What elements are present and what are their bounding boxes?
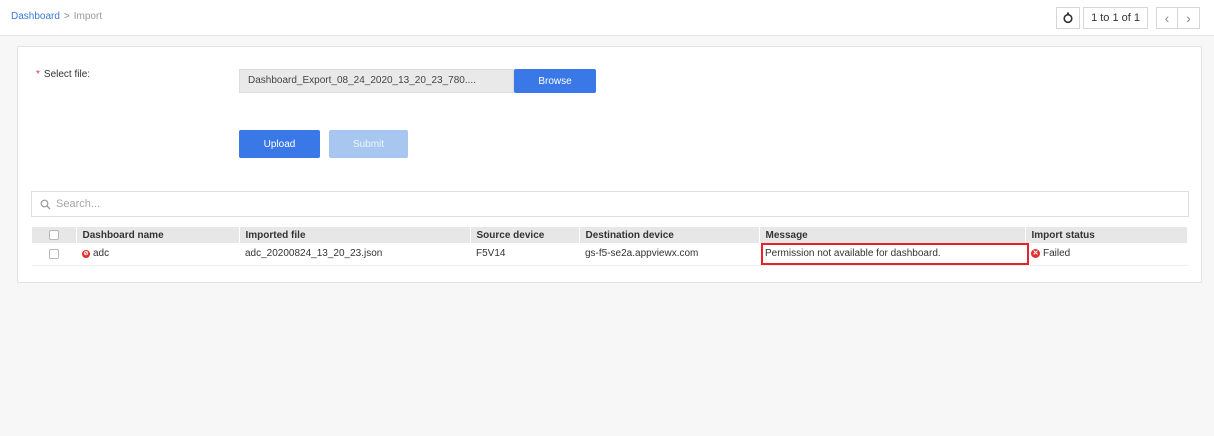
- import-status-text: Failed: [1043, 248, 1071, 260]
- previous-page-button[interactable]: ‹: [1156, 7, 1178, 29]
- message-cell: Permission not available for dashboard.: [759, 243, 1029, 266]
- import-panel: * Select file: Dashboard_Export_08_24_202…: [17, 46, 1202, 283]
- browse-button[interactable]: Browse: [514, 69, 596, 93]
- submit-button: Submit: [329, 130, 408, 158]
- row-select-cell: [32, 243, 76, 266]
- select-file-label-text: Select file:: [43, 69, 91, 80]
- search-icon: [40, 199, 51, 209]
- pager-range-text: 1 to 1 of 1: [1083, 7, 1148, 29]
- column-header-destination-device[interactable]: Destination device: [579, 227, 760, 243]
- message-text: Permission not available for dashboard.: [765, 248, 941, 260]
- column-header-import-status[interactable]: Import status: [1025, 227, 1188, 243]
- search-bar: [31, 191, 1189, 217]
- imported-file-cell: adc_20200824_13_20_23.json: [239, 243, 470, 266]
- breadcrumb-dashboard-link[interactable]: Dashboard: [11, 11, 60, 22]
- import-status-cell: ✕ Failed: [1025, 243, 1188, 266]
- select-all-checkbox[interactable]: [48, 229, 59, 240]
- column-header-message[interactable]: Message: [759, 227, 1026, 243]
- row-checkbox[interactable]: [49, 248, 59, 259]
- failed-status-icon: ✕: [1031, 249, 1040, 259]
- error-icon: ⊘: [82, 249, 90, 258]
- selected-file-field[interactable]: Dashboard_Export_08_24_2020_13_20_23_780…: [239, 69, 514, 93]
- dashboard-name-cell: ⊘ adc: [76, 243, 239, 266]
- select-all-header: [32, 227, 77, 243]
- breadcrumb-current: Import: [73, 11, 103, 22]
- column-header-dashboard-name[interactable]: Dashboard name: [76, 227, 240, 243]
- refresh-button[interactable]: [1056, 7, 1081, 29]
- breadcrumb: Dashboard > Import: [11, 11, 102, 22]
- required-marker: *: [36, 69, 40, 80]
- table-header-row: Dashboard name Imported file Source devi…: [32, 227, 1188, 243]
- select-file-label: * Select file:: [36, 69, 90, 80]
- next-page-button[interactable]: ›: [1178, 7, 1200, 29]
- destination-device-cell: gs-f5-se2a.appviewx.com: [579, 243, 759, 266]
- dashboard-name-text: adc: [93, 248, 110, 260]
- source-device-cell: F5V14: [470, 243, 579, 266]
- import-results-table: Dashboard name Imported file Source devi…: [32, 227, 1188, 266]
- column-header-source-device[interactable]: Source device: [470, 227, 580, 243]
- search-input[interactable]: [56, 198, 656, 210]
- table-row: ⊘ adc adc_20200824_13_20_23.json F5V14 gs…: [32, 243, 1188, 266]
- refresh-icon: [1063, 12, 1073, 24]
- upload-button[interactable]: Upload: [239, 130, 320, 158]
- top-bar: Dashboard > Import 1 to 1 of 1 ‹ ›: [0, 0, 1214, 36]
- column-header-imported-file[interactable]: Imported file: [239, 227, 471, 243]
- pager: 1 to 1 of 1 ‹ ›: [1056, 7, 1200, 29]
- breadcrumb-separator: >: [63, 11, 70, 22]
